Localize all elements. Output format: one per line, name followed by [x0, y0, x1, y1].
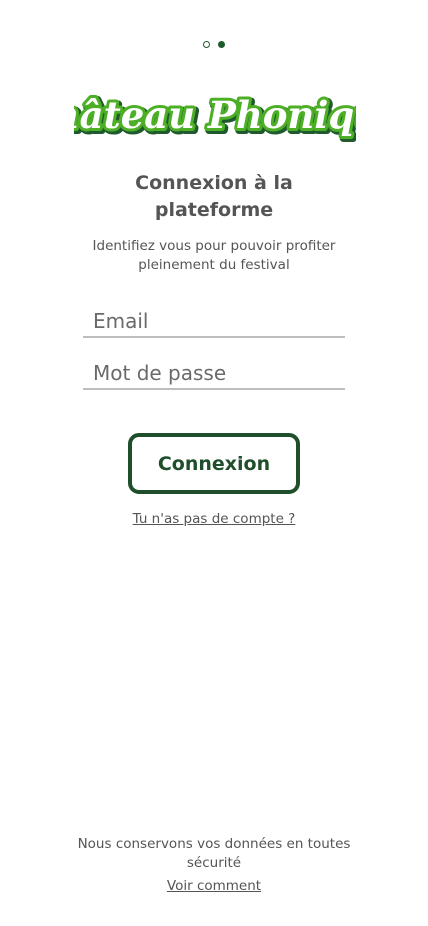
page-subtitle-line-2: pleinement du festival	[138, 257, 290, 273]
page-dot-2-active[interactable]	[218, 41, 225, 48]
page-subtitle-line-1: Identifiez vous pour pouvoir profiter	[92, 238, 336, 254]
page-title: Connexion à la plateforme	[0, 170, 428, 224]
page-title-line-1: Connexion à la	[135, 172, 293, 194]
security-notice-line-1: Nous conservons vos données en toutes	[77, 836, 351, 852]
password-field[interactable]	[83, 358, 345, 390]
login-button[interactable]: Connexion	[128, 433, 300, 494]
security-notice: Nous conservons vos données en toutes sé…	[64, 835, 364, 873]
security-notice-line-2: sécurité	[186, 855, 242, 871]
page-subtitle: Identifiez vous pour pouvoir profiter pl…	[84, 237, 344, 275]
see-how-link[interactable]: Voir comment	[0, 878, 428, 894]
page-indicator	[0, 41, 428, 48]
chateau-phonique-logo: Château Phonique Château Phonique Châtea…	[74, 90, 356, 143]
create-account-link[interactable]: Tu n'as pas de compte ?	[0, 511, 428, 527]
page-title-line-2: plateforme	[154, 199, 274, 221]
email-field[interactable]	[83, 306, 345, 338]
login-screen: Château Phonique Château Phonique Châtea…	[0, 0, 428, 926]
logo-text: Château Phonique	[74, 93, 356, 137]
page-dot-1[interactable]	[203, 41, 210, 48]
